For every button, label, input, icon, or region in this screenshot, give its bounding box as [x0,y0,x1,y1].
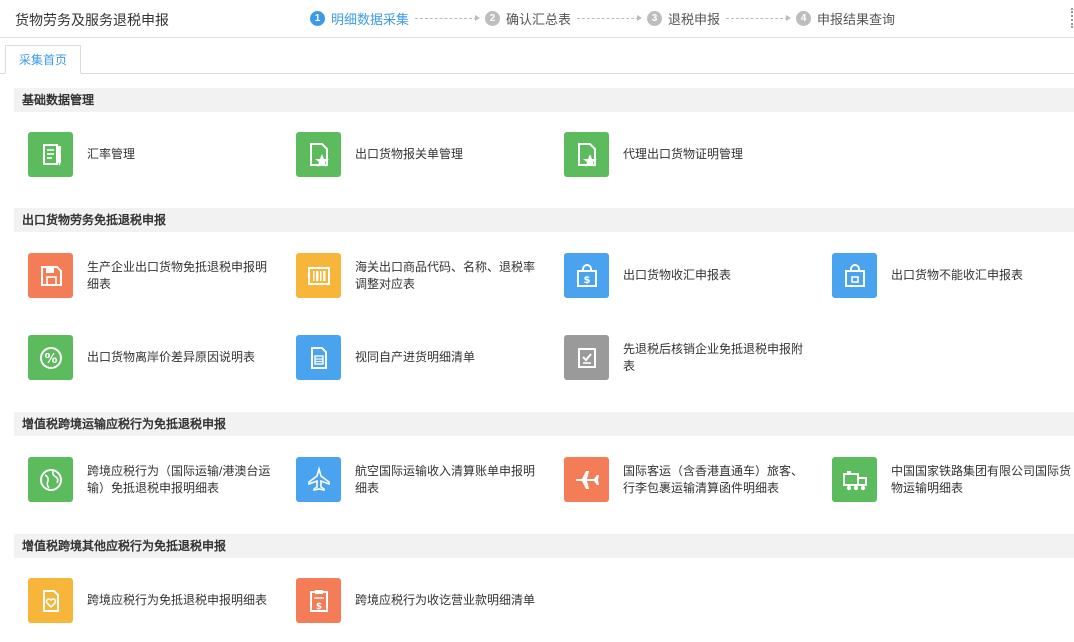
item-label: 出口货物收汇申报表 [623,268,732,282]
document-star-icon [296,132,341,177]
item-railway-freight[interactable]: 中国国家铁路集团有限公司国际货物运输明细表 [832,457,1074,502]
item-label: 出口货物不能收汇申报表 [891,268,1024,282]
step-1[interactable]: 1 明细数据采集 [310,9,409,28]
item-export-customs-declaration[interactable]: 出口货物报关单管理 [296,132,556,177]
step-label: 退税申报 [668,12,721,27]
svg-text:$: $ [315,602,321,612]
train-icon [832,457,877,502]
item-label: 跨境应税行为（国际运输/港澳台运输）免抵退税申报明细表 [87,463,271,495]
step-number: 1 [310,11,325,26]
step-label: 申报结果查询 [817,12,896,27]
shopping-bag-lock-icon [832,253,877,298]
svg-text:%: % [44,352,57,367]
step-4[interactable]: 4 申报结果查询 [796,9,895,28]
step-2[interactable]: 2 确认汇总表 [485,9,571,28]
item-label: 视同自产进货明细清单 [355,350,476,364]
shopping-bag-dollar-icon: $ [564,253,609,298]
step-progress: 1 明细数据采集 2 确认汇总表 3 退税申报 4 申报结果查询 [310,9,895,28]
item-label: 跨境应税行为收讫营业款明细清单 [355,593,536,607]
item-fob-price-difference[interactable]: % 出口货物离岸价差异原因说明表 [28,335,288,380]
step-arrow [726,15,792,21]
item-export-forex-receipt[interactable]: $ 出口货物收汇申报表 [564,253,824,298]
item-cross-border-revenue-list[interactable]: $ 跨境应税行为收讫营业款明细清单 [296,578,556,623]
item-exchange-rate[interactable]: 汇率管理 [28,132,288,177]
item-label: 航空国际运输收入清算账单申报明细表 [355,463,536,495]
step-3[interactable]: 3 退税申报 [647,9,720,28]
app-title: 货物劳务及服务退税申报 [15,12,169,28]
barcode-icon [296,253,341,298]
checkbox-icon [564,335,609,380]
section-header-export-refund: 出口货物劳务免抵退税申报 [14,208,1074,232]
item-cross-border-transport-detail[interactable]: 跨境应税行为（国际运输/港澳台运输）免抵退税申报明细表 [28,457,288,502]
step-number: 3 [647,11,663,26]
notebook-pen-icon [28,132,73,177]
document-list-icon [296,335,341,380]
tab-home[interactable]: 采集首页 [5,45,81,74]
tab-bar: 采集首页 [0,40,1074,74]
step-label: 明细数据采集 [331,12,410,27]
step-label: 确认汇总表 [506,12,572,27]
step-arrow [415,15,481,21]
item-customs-code-adjustment[interactable]: 海关出口商品代码、名称、退税率调整对应表 [296,253,556,298]
airplane-icon [564,457,609,502]
percent-icon: % [28,335,73,380]
step-number: 4 [796,11,812,26]
section-header-cross-border-other: 增值税跨境其他应税行为免抵退税申报 [14,534,1074,558]
item-label: 跨境应税行为免抵退税申报明细表 [87,593,268,607]
item-agent-export-certificate[interactable]: 代理出口货物证明管理 [564,132,824,177]
item-air-transport-settlement[interactable]: 航空国际运输收入清算账单申报明细表 [296,457,556,502]
item-label: 汇率管理 [87,147,136,161]
document-star-icon [564,132,609,177]
globe-icon [28,457,73,502]
clipboard-dollar-icon: $ [296,578,341,623]
floppy-disk-icon [28,253,73,298]
item-label: 国际客运（含香港直通车）旅客、行李包裹运输清算函件明细表 [623,463,804,495]
section-header-basic-data: 基础数据管理 [14,88,1074,112]
item-production-export-detail[interactable]: 生产企业出口货物免抵退税申报明细表 [28,253,288,298]
item-label: 先退税后核销企业免抵退税申报附表 [623,341,804,373]
item-refund-first-schedule[interactable]: 先退税后核销企业免抵退税申报附表 [564,335,824,380]
item-label: 海关出口商品代码、名称、退税率调整对应表 [355,259,536,291]
item-label: 代理出口货物证明管理 [623,147,744,161]
heart-document-icon [28,578,73,623]
section-header-cross-border-transport: 增值税跨境运输应税行为免抵退税申报 [14,412,1074,436]
step-number: 2 [485,11,501,26]
item-label: 中国国家铁路集团有限公司国际货物运输明细表 [891,463,1072,495]
step-arrow [577,15,643,21]
item-cross-border-refund-detail[interactable]: 跨境应税行为免抵退税申报明细表 [28,578,288,623]
svg-text:$: $ [583,275,590,286]
airplane-up-icon [296,457,341,502]
item-export-no-forex-receipt[interactable]: 出口货物不能收汇申报表 [832,253,1074,298]
item-label: 生产企业出口货物免抵退税申报明细表 [87,259,268,291]
top-bar: 货物劳务及服务退税申报 1 明细数据采集 2 确认汇总表 3 退税申报 4 申报… [0,0,1074,38]
item-deemed-self-produced[interactable]: 视同自产进货明细清单 [296,335,556,380]
item-label: 出口货物离岸价差异原因说明表 [87,350,256,364]
item-label: 出口货物报关单管理 [355,147,464,161]
item-international-passenger[interactable]: 国际客运（含香港直通车）旅客、行李包裹运输清算函件明细表 [564,457,824,502]
